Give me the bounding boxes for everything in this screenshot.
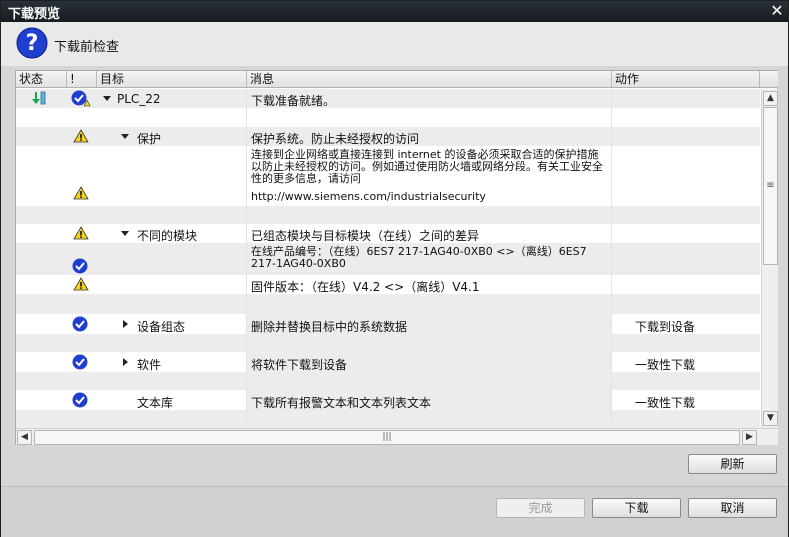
vertical-scrollbar[interactable]: ▲ ≡ ▼ xyxy=(761,89,778,428)
table-row-spacer xyxy=(16,372,760,390)
message-text: 在线产品编号：（在线）6ES7 217-1AG40-0XB0 <>（离线）6ES… xyxy=(251,245,587,270)
check-icon xyxy=(72,354,88,370)
scroll-down-button[interactable]: ▼ xyxy=(763,411,778,426)
scroll-left-button[interactable]: ◀ xyxy=(17,430,32,445)
horizontal-scroll-thumb[interactable]: ||| xyxy=(34,430,740,445)
target-name: 文本库 xyxy=(137,396,174,410)
cancel-button[interactable]: 取消 xyxy=(688,498,777,518)
table-row-spacer xyxy=(16,206,760,224)
action-select[interactable]: 下载到设备 xyxy=(635,318,695,334)
column-header-target[interactable]: 目标 xyxy=(97,71,247,88)
target-name: 设备组态 xyxy=(137,320,186,334)
check-warning-icon xyxy=(71,90,91,107)
warning-icon xyxy=(73,226,89,240)
collapse-arrow-icon[interactable] xyxy=(103,96,111,101)
message-text: 保护系统。防止未经授权的访问 xyxy=(251,132,420,146)
table-row-protection[interactable]: 保护 保护系统。防止未经授权的访问 xyxy=(16,127,760,146)
warning-icon xyxy=(73,277,89,291)
collapse-arrow-icon[interactable] xyxy=(121,134,129,139)
scroll-right-button[interactable]: ▶ xyxy=(742,430,757,445)
check-icon xyxy=(72,258,88,274)
check-icon xyxy=(72,316,88,332)
horizontal-scrollbar[interactable]: ◀ ||| ▶ xyxy=(16,428,778,445)
warning-icon xyxy=(73,186,89,200)
footer-bar: 完成 下载 取消 xyxy=(1,487,788,537)
table-rows: PLC_22 下载准备就绪。 保护 保护系统。防止未经授权的访问 连接到企业网络… xyxy=(16,89,760,428)
header-area: ? 下载前检查 xyxy=(1,22,788,66)
column-header-status[interactable]: 状态 xyxy=(16,71,67,88)
header-title: 下载前检查 xyxy=(54,40,120,55)
column-header-action[interactable]: 动作 xyxy=(612,71,760,88)
column-header-warning[interactable]: ! xyxy=(67,71,97,88)
table-row-firmware[interactable]: 固件版本：（在线）V4.2 <>（离线）V4.1 xyxy=(16,275,760,294)
action-cell xyxy=(612,89,760,108)
title-bar: 下载预览 ✕ xyxy=(1,1,788,22)
table-row-plc[interactable]: PLC_22 下载准备就绪。 xyxy=(16,89,760,108)
target-name: 不同的模块 xyxy=(137,229,198,243)
column-header-message[interactable]: 消息 xyxy=(247,71,612,88)
table-row-spacer xyxy=(16,410,760,428)
security-link[interactable]: http://www.siemens.com/industrialsecurit… xyxy=(251,191,606,203)
table-row-spacer xyxy=(16,334,760,352)
help-icon: ? xyxy=(16,27,48,59)
collapse-arrow-icon[interactable] xyxy=(121,231,129,236)
message-text: 下载所有报警文本和文本列表文本 xyxy=(251,396,432,410)
table-row-protection-detail[interactable]: 连接到企业网络或直接连接到 internet 的设备必须采取合适的保护措施以防止… xyxy=(16,146,760,206)
expand-arrow-icon[interactable] xyxy=(123,358,128,366)
table-row-spacer xyxy=(16,108,760,127)
table-row-order-number[interactable]: 在线产品编号：（在线）6ES7 217-1AG40-0XB0 <>（离线）6ES… xyxy=(16,243,760,275)
table-row-different-modules[interactable]: 不同的模块 已组态模块与目标模块（在线）之间的差异 xyxy=(16,224,760,243)
window-title: 下载预览 xyxy=(8,7,61,22)
target-name: PLC_22 xyxy=(117,92,161,106)
download-button[interactable]: 下载 xyxy=(592,498,681,518)
scroll-up-button[interactable]: ▲ xyxy=(763,91,778,106)
table-row-spacer xyxy=(16,294,760,314)
close-button[interactable]: ✕ xyxy=(769,3,785,19)
message-text: 删除并替换目标中的系统数据 xyxy=(251,320,408,334)
target-name: 保护 xyxy=(137,132,162,146)
message-text: 连接到企业网络或直接连接到 internet 的设备必须采取合适的保护措施以防止… xyxy=(251,148,603,185)
message-text: 将软件下载到设备 xyxy=(251,358,348,372)
action-select[interactable]: 一致性下载 xyxy=(635,394,695,410)
warning-icon xyxy=(73,129,89,143)
download-preview-dialog: 下载预览 ✕ ? 下载前检查 状态 ! 目标 消息 动作 PLC_22 下载准备… xyxy=(0,0,789,537)
target-name: 软件 xyxy=(137,358,162,372)
refresh-button[interactable]: 刷新 xyxy=(688,454,777,474)
action-select[interactable]: 一致性下载 xyxy=(635,356,695,372)
check-icon xyxy=(72,392,88,408)
finish-button[interactable]: 完成 xyxy=(496,498,585,518)
table-row-hardware-config[interactable]: 设备组态 删除并替换目标中的系统数据 下载到设备 xyxy=(16,314,760,334)
vertical-scroll-thumb[interactable]: ≡ xyxy=(763,107,778,265)
svg-text:?: ? xyxy=(26,31,39,56)
message-text: 已组态模块与目标模块（在线）之间的差异 xyxy=(251,229,480,243)
message-text: 固件版本：（在线）V4.2 <>（离线）V4.1 xyxy=(251,280,480,294)
table-row-software[interactable]: 软件 将软件下载到设备 一致性下载 xyxy=(16,352,760,372)
message-text: 下载准备就绪。 xyxy=(251,94,336,108)
expand-arrow-icon[interactable] xyxy=(123,320,128,328)
column-header-filler xyxy=(760,71,778,88)
download-check-table: 状态 ! 目标 消息 动作 PLC_22 下载准备就绪。 保护 保护系统。防止未… xyxy=(15,70,778,445)
table-row-text-library[interactable]: 文本库 下载所有报警文本和文本列表文本 一致性下载 xyxy=(16,390,760,410)
download-status-icon xyxy=(32,91,46,105)
